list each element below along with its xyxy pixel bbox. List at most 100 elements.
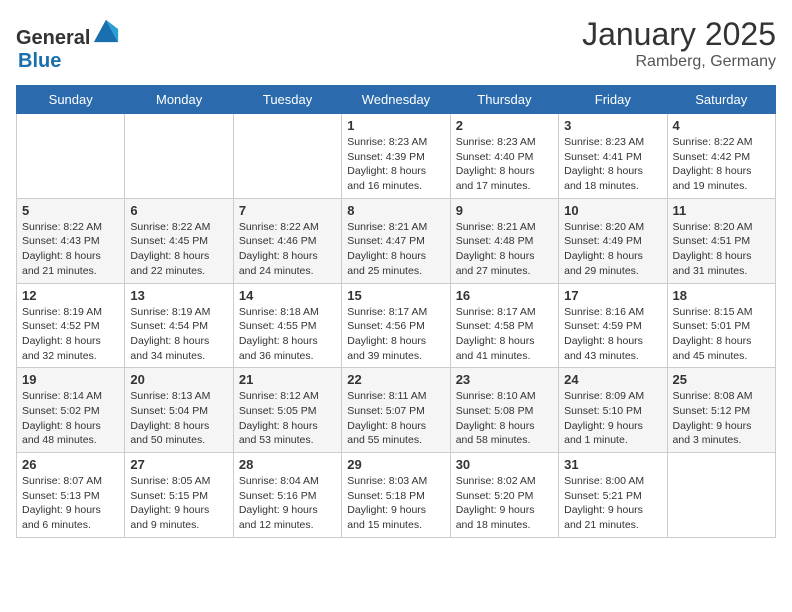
day-number: 17	[564, 288, 661, 303]
cell-info: Sunrise: 8:20 AMSunset: 4:49 PMDaylight:…	[564, 220, 661, 279]
cell-info: Sunrise: 8:17 AMSunset: 4:58 PMDaylight:…	[456, 305, 553, 364]
day-cell: 4 Sunrise: 8:22 AMSunset: 4:42 PMDaylight…	[667, 114, 775, 199]
cell-info: Sunrise: 8:23 AMSunset: 4:40 PMDaylight:…	[456, 135, 553, 194]
day-number: 21	[239, 372, 336, 387]
header-saturday: Saturday	[667, 86, 775, 114]
day-number: 20	[130, 372, 227, 387]
day-cell	[125, 114, 233, 199]
cell-info: Sunrise: 8:23 AMSunset: 4:39 PMDaylight:…	[347, 135, 444, 194]
day-cell: 26 Sunrise: 8:07 AMSunset: 5:13 PMDayligh…	[17, 453, 125, 538]
cell-info: Sunrise: 8:09 AMSunset: 5:10 PMDaylight:…	[564, 389, 661, 448]
calendar-table: SundayMondayTuesdayWednesdayThursdayFrid…	[16, 85, 776, 538]
day-cell: 14 Sunrise: 8:18 AMSunset: 4:55 PMDayligh…	[233, 283, 341, 368]
day-number: 14	[239, 288, 336, 303]
day-number: 18	[673, 288, 770, 303]
day-number: 7	[239, 203, 336, 218]
cell-info: Sunrise: 8:12 AMSunset: 5:05 PMDaylight:…	[239, 389, 336, 448]
day-number: 12	[22, 288, 119, 303]
day-number: 23	[456, 372, 553, 387]
day-number: 26	[22, 457, 119, 472]
cell-info: Sunrise: 8:22 AMSunset: 4:43 PMDaylight:…	[22, 220, 119, 279]
day-cell: 21 Sunrise: 8:12 AMSunset: 5:05 PMDayligh…	[233, 368, 341, 453]
logo: General Blue	[16, 16, 120, 73]
header-sunday: Sunday	[17, 86, 125, 114]
day-number: 29	[347, 457, 444, 472]
page-header: General Blue January 2025 Ramberg, Germa…	[16, 16, 776, 73]
day-number: 3	[564, 118, 661, 133]
cell-info: Sunrise: 8:16 AMSunset: 4:59 PMDaylight:…	[564, 305, 661, 364]
day-number: 16	[456, 288, 553, 303]
day-number: 6	[130, 203, 227, 218]
day-cell: 10 Sunrise: 8:20 AMSunset: 4:49 PMDayligh…	[559, 198, 667, 283]
day-cell: 17 Sunrise: 8:16 AMSunset: 4:59 PMDayligh…	[559, 283, 667, 368]
day-cell: 29 Sunrise: 8:03 AMSunset: 5:18 PMDayligh…	[342, 453, 450, 538]
day-number: 28	[239, 457, 336, 472]
month-title: January 2025	[582, 16, 776, 53]
cell-info: Sunrise: 8:22 AMSunset: 4:45 PMDaylight:…	[130, 220, 227, 279]
day-number: 22	[347, 372, 444, 387]
day-cell	[17, 114, 125, 199]
cell-info: Sunrise: 8:22 AMSunset: 4:46 PMDaylight:…	[239, 220, 336, 279]
cell-info: Sunrise: 8:22 AMSunset: 4:42 PMDaylight:…	[673, 135, 770, 194]
day-number: 4	[673, 118, 770, 133]
day-cell: 28 Sunrise: 8:04 AMSunset: 5:16 PMDayligh…	[233, 453, 341, 538]
cell-info: Sunrise: 8:04 AMSunset: 5:16 PMDaylight:…	[239, 474, 336, 533]
day-cell: 3 Sunrise: 8:23 AMSunset: 4:41 PMDaylight…	[559, 114, 667, 199]
day-cell: 9 Sunrise: 8:21 AMSunset: 4:48 PMDaylight…	[450, 198, 558, 283]
week-row-5: 26 Sunrise: 8:07 AMSunset: 5:13 PMDayligh…	[17, 453, 776, 538]
day-number: 27	[130, 457, 227, 472]
cell-info: Sunrise: 8:19 AMSunset: 4:52 PMDaylight:…	[22, 305, 119, 364]
day-cell: 31 Sunrise: 8:00 AMSunset: 5:21 PMDayligh…	[559, 453, 667, 538]
cell-info: Sunrise: 8:07 AMSunset: 5:13 PMDaylight:…	[22, 474, 119, 533]
day-cell: 12 Sunrise: 8:19 AMSunset: 4:52 PMDayligh…	[17, 283, 125, 368]
cell-info: Sunrise: 8:14 AMSunset: 5:02 PMDaylight:…	[22, 389, 119, 448]
day-number: 1	[347, 118, 444, 133]
cell-info: Sunrise: 8:10 AMSunset: 5:08 PMDaylight:…	[456, 389, 553, 448]
header-tuesday: Tuesday	[233, 86, 341, 114]
cell-info: Sunrise: 8:17 AMSunset: 4:56 PMDaylight:…	[347, 305, 444, 364]
cell-info: Sunrise: 8:23 AMSunset: 4:41 PMDaylight:…	[564, 135, 661, 194]
cell-info: Sunrise: 8:02 AMSunset: 5:20 PMDaylight:…	[456, 474, 553, 533]
day-number: 13	[130, 288, 227, 303]
day-number: 2	[456, 118, 553, 133]
cell-info: Sunrise: 8:05 AMSunset: 5:15 PMDaylight:…	[130, 474, 227, 533]
day-number: 31	[564, 457, 661, 472]
day-number: 8	[347, 203, 444, 218]
day-cell: 22Sunrise: 8:11 AMSunset: 5:07 PMDayligh…	[342, 368, 450, 453]
cell-info: Sunrise: 8:00 AMSunset: 5:21 PMDaylight:…	[564, 474, 661, 533]
day-cell: 19 Sunrise: 8:14 AMSunset: 5:02 PMDayligh…	[17, 368, 125, 453]
day-number: 11	[673, 203, 770, 218]
day-cell: 13Sunrise: 8:19 AMSunset: 4:54 PMDayligh…	[125, 283, 233, 368]
day-cell: 20Sunrise: 8:13 AMSunset: 5:04 PMDayligh…	[125, 368, 233, 453]
header-thursday: Thursday	[450, 86, 558, 114]
day-number: 9	[456, 203, 553, 218]
week-row-4: 19 Sunrise: 8:14 AMSunset: 5:02 PMDayligh…	[17, 368, 776, 453]
day-cell: 25Sunrise: 8:08 AMSunset: 5:12 PMDayligh…	[667, 368, 775, 453]
day-cell: 24 Sunrise: 8:09 AMSunset: 5:10 PMDayligh…	[559, 368, 667, 453]
location: Ramberg, Germany	[582, 53, 776, 71]
day-cell: 15 Sunrise: 8:17 AMSunset: 4:56 PMDayligh…	[342, 283, 450, 368]
logo-general: General	[16, 27, 90, 49]
cell-info: Sunrise: 8:21 AMSunset: 4:48 PMDaylight:…	[456, 220, 553, 279]
day-number: 24	[564, 372, 661, 387]
cell-info: Sunrise: 8:08 AMSunset: 5:12 PMDaylight:…	[673, 389, 770, 448]
cell-info: Sunrise: 8:15 AMSunset: 5:01 PMDaylight:…	[673, 305, 770, 364]
title-block: January 2025 Ramberg, Germany	[582, 16, 776, 71]
week-row-2: 5 Sunrise: 8:22 AMSunset: 4:43 PMDaylight…	[17, 198, 776, 283]
day-number: 10	[564, 203, 661, 218]
day-number: 5	[22, 203, 119, 218]
cell-info: Sunrise: 8:03 AMSunset: 5:18 PMDaylight:…	[347, 474, 444, 533]
day-number: 15	[347, 288, 444, 303]
header-wednesday: Wednesday	[342, 86, 450, 114]
day-cell: 1 Sunrise: 8:23 AMSunset: 4:39 PMDaylight…	[342, 114, 450, 199]
cell-info: Sunrise: 8:20 AMSunset: 4:51 PMDaylight:…	[673, 220, 770, 279]
week-row-3: 12 Sunrise: 8:19 AMSunset: 4:52 PMDayligh…	[17, 283, 776, 368]
header-monday: Monday	[125, 86, 233, 114]
logo-text: General Blue	[16, 16, 120, 73]
header-friday: Friday	[559, 86, 667, 114]
day-number: 19	[22, 372, 119, 387]
day-cell: 5 Sunrise: 8:22 AMSunset: 4:43 PMDaylight…	[17, 198, 125, 283]
cell-info: Sunrise: 8:18 AMSunset: 4:55 PMDaylight:…	[239, 305, 336, 364]
day-cell: 23 Sunrise: 8:10 AMSunset: 5:08 PMDayligh…	[450, 368, 558, 453]
day-number: 30	[456, 457, 553, 472]
